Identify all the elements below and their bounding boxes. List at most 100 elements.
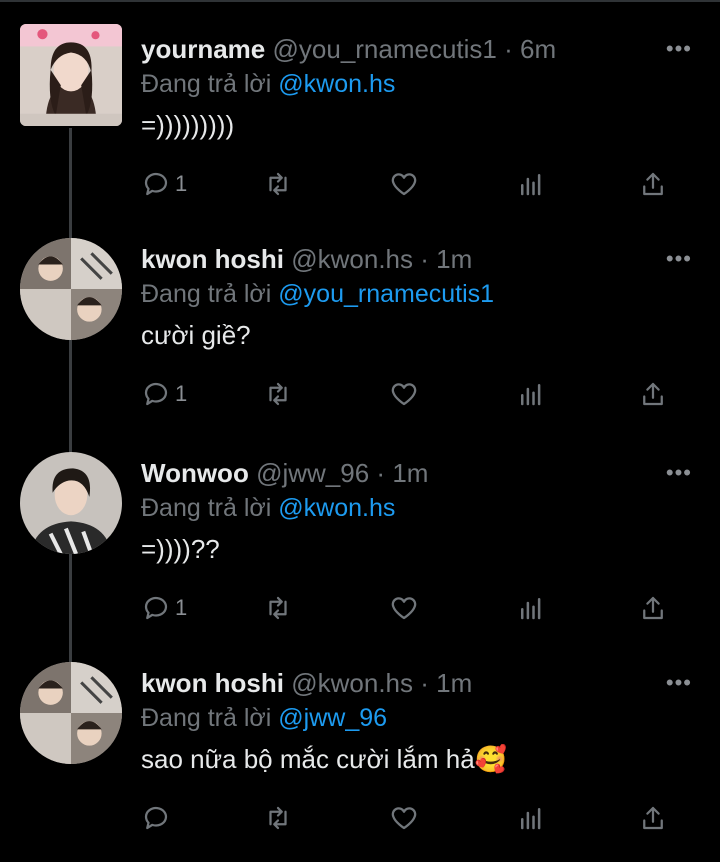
reply-button[interactable]: 1: [141, 166, 187, 202]
reply-count: 1: [175, 381, 188, 406]
display-name[interactable]: kwon hoshi: [141, 244, 284, 274]
tweet-text: sao nữa bộ mắc cười lắm hả🥰: [141, 744, 508, 774]
tweet-text: =))))))))): [141, 110, 235, 140]
tweet-text: cười giề?: [141, 320, 251, 350]
tweet[interactable]: kwon hoshi @kwon.hs · 1m ••• Đang trả lờ…: [0, 648, 720, 862]
more-icon[interactable]: •••: [666, 670, 692, 696]
heart-icon: [391, 383, 417, 406]
separator: ·: [504, 34, 513, 64]
retweet-button[interactable]: [263, 800, 293, 836]
views-button[interactable]: [516, 376, 546, 412]
display-name[interactable]: Wonwoo: [141, 458, 249, 488]
share-button[interactable]: [638, 166, 668, 202]
retweet-button[interactable]: [263, 376, 293, 412]
tweet-text: =))))??: [141, 534, 220, 564]
avatar[interactable]: [20, 452, 122, 554]
share-icon: [643, 806, 663, 830]
share-icon: [643, 172, 663, 196]
like-button[interactable]: [389, 376, 419, 412]
reply-button[interactable]: 1: [141, 376, 187, 412]
replying-to-handle[interactable]: @kwon.hs: [278, 70, 395, 98]
reply-icon: [144, 806, 168, 830]
reply-button[interactable]: 1: [141, 590, 187, 626]
like-button[interactable]: [389, 590, 419, 626]
avatar[interactable]: [20, 662, 122, 764]
retweet-icon: [269, 806, 287, 830]
display-name[interactable]: yourname: [141, 34, 265, 64]
share-button[interactable]: [638, 800, 668, 836]
replying-to: Đang trả lời @jww_96: [141, 704, 387, 733]
user-handle[interactable]: @kwon.hs: [291, 244, 413, 274]
action-bar: 1: [141, 590, 686, 630]
action-bar: 1: [141, 376, 686, 416]
views-button[interactable]: [516, 800, 546, 836]
replying-to-handle[interactable]: @jww_96: [278, 704, 387, 732]
tweet[interactable]: Wonwoo @jww_96 · 1m ••• Đang trả lời @kw…: [0, 438, 720, 652]
heart-icon: [391, 173, 417, 196]
more-icon[interactable]: •••: [666, 460, 692, 486]
replying-to: Đang trả lời @kwon.hs: [141, 494, 395, 523]
separator: ·: [420, 244, 429, 274]
avatar-image-man: [20, 452, 122, 554]
retweet-icon: [269, 382, 287, 406]
views-icon: [521, 384, 541, 406]
action-bar: 1: [141, 166, 686, 206]
retweet-button[interactable]: [263, 590, 293, 626]
reply-button[interactable]: [141, 800, 175, 836]
share-button[interactable]: [638, 376, 668, 412]
retweet-icon: [269, 596, 287, 620]
more-icon[interactable]: •••: [666, 246, 692, 272]
reply-count: 1: [175, 595, 188, 620]
replying-to: Đang trả lời @you_rnamecutis1: [141, 280, 494, 309]
avatar-image-collage: [20, 662, 122, 764]
replying-to: Đang trả lời @kwon.hs: [141, 70, 395, 99]
heart-icon: [391, 597, 417, 620]
avatar[interactable]: [20, 24, 122, 126]
avatar[interactable]: [20, 238, 122, 340]
separator: ·: [376, 458, 386, 488]
tweet-header: kwon hoshi @kwon.hs · 1m: [141, 668, 472, 699]
replying-to-handle[interactable]: @you_rnamecutis1: [278, 280, 494, 308]
more-icon[interactable]: •••: [666, 36, 692, 62]
replying-to-label: Đang trả lời: [141, 70, 272, 98]
retweet-icon: [269, 172, 287, 196]
separator: ·: [420, 668, 429, 698]
reply-icon: [144, 172, 168, 196]
avatar-image-collage: [20, 238, 122, 340]
views-icon: [521, 174, 541, 196]
timestamp[interactable]: 1m: [392, 458, 428, 488]
views-button[interactable]: [516, 590, 546, 626]
user-handle[interactable]: @kwon.hs: [291, 668, 413, 698]
reply-count: 1: [175, 171, 188, 196]
like-button[interactable]: [389, 800, 419, 836]
retweet-button[interactable]: [263, 166, 293, 202]
timestamp[interactable]: 6m: [520, 34, 556, 64]
tweet[interactable]: kwon hoshi @kwon.hs · 1m ••• Đang trả lờ…: [0, 224, 720, 438]
views-icon: [521, 598, 541, 620]
display-name[interactable]: kwon hoshi: [141, 668, 284, 698]
tweet-header: kwon hoshi @kwon.hs · 1m: [141, 244, 472, 275]
user-handle[interactable]: @jww_96: [256, 458, 369, 488]
replying-to-handle[interactable]: @kwon.hs: [278, 494, 395, 522]
replying-to-label: Đang trả lời: [141, 280, 272, 308]
reply-icon: [144, 596, 168, 620]
heart-icon: [391, 807, 417, 830]
share-button[interactable]: [638, 590, 668, 626]
avatar-image-girl: [20, 24, 122, 126]
replying-to-label: Đang trả lời: [141, 704, 272, 732]
like-button[interactable]: [389, 166, 419, 202]
timestamp[interactable]: 1m: [436, 668, 472, 698]
tweet-header: Wonwoo @jww_96 · 1m: [141, 458, 428, 489]
action-bar: [141, 800, 686, 840]
timestamp[interactable]: 1m: [436, 244, 472, 274]
views-button[interactable]: [516, 166, 546, 202]
reply-icon: [144, 382, 168, 406]
tweet-header: yourname @you_rnamecutis1 · 6m: [141, 34, 556, 65]
views-icon: [521, 808, 541, 830]
reply-thread: yourname @you_rnamecutis1 · 6m ••• Đang …: [0, 0, 720, 859]
user-handle[interactable]: @you_rnamecutis1: [273, 34, 497, 64]
tweet[interactable]: yourname @you_rnamecutis1 · 6m ••• Đang …: [0, 14, 720, 228]
replying-to-label: Đang trả lời: [141, 494, 272, 522]
share-icon: [643, 382, 663, 406]
share-icon: [643, 596, 663, 620]
